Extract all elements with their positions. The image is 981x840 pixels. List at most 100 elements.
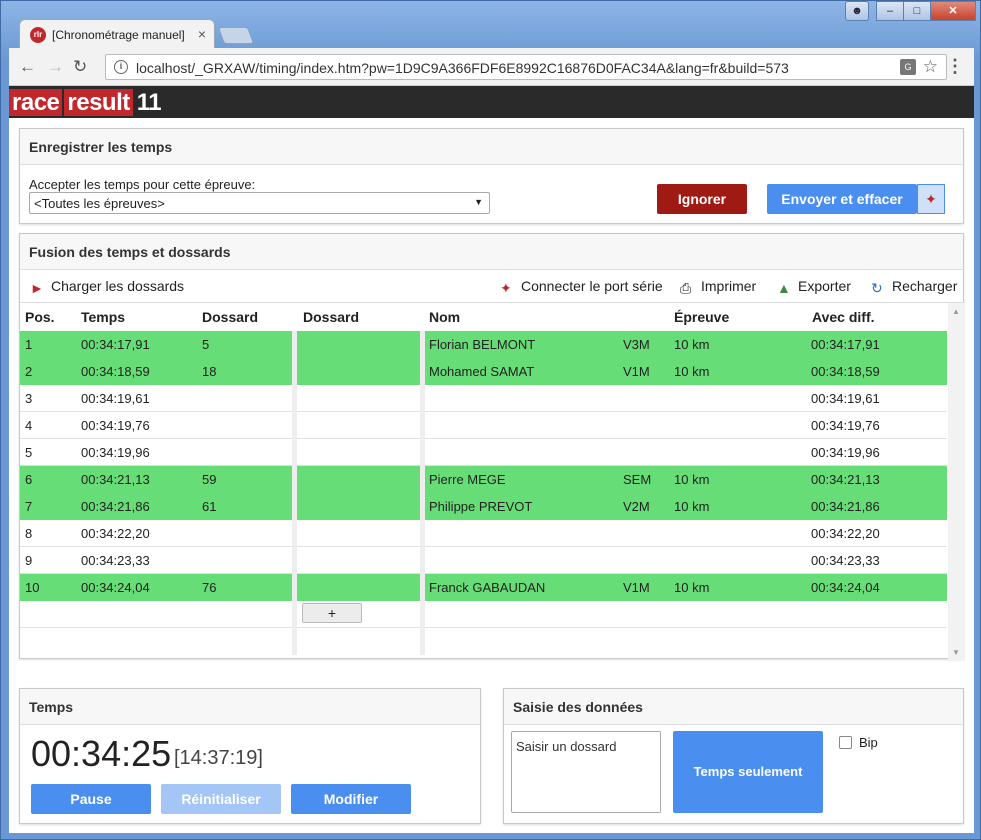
forward-icon[interactable]: → bbox=[47, 57, 64, 77]
cell-time: 00:34:21,86 bbox=[81, 499, 150, 514]
browser-menu-icon[interactable]: ⋮ bbox=[946, 56, 964, 77]
col-header-time: Temps bbox=[81, 309, 126, 325]
cell-name: Pierre MEGE bbox=[429, 472, 506, 487]
pause-button[interactable]: Pause bbox=[31, 784, 151, 814]
cell-event: 10 km bbox=[674, 337, 710, 352]
close-window-button[interactable]: ✕ bbox=[930, 1, 976, 21]
scroll-down-icon[interactable]: ▼ bbox=[952, 648, 960, 657]
bib-input[interactable]: Saisir un dossard bbox=[511, 731, 661, 813]
info-icon[interactable]: i bbox=[114, 60, 128, 74]
chevron-down-icon: ▼ bbox=[474, 197, 483, 207]
cell-pos: 10 bbox=[25, 580, 40, 595]
cell-diff: 00:34:21,86 bbox=[811, 499, 880, 514]
bib2-cell[interactable] bbox=[297, 466, 418, 493]
browser-tab[interactable]: rlr [Chronométrage manuel] × bbox=[19, 19, 215, 49]
cell-diff: 00:34:19,61 bbox=[811, 391, 880, 406]
cell-diff: 00:34:21,13 bbox=[811, 472, 880, 487]
table-row[interactable]: 1 00:34:17,91 5 Florian BELMONT V3M 10 km 00:3… bbox=[20, 331, 947, 358]
load-bibs-label: Charger les dossards bbox=[51, 278, 185, 294]
reset-button[interactable]: Réinitialiser bbox=[161, 784, 281, 814]
send-and-clear-button[interactable]: Envoyer et effacer bbox=[767, 184, 917, 214]
browser-toolbar: ← → ↻ i localhost/_GRXAW/timing/index.ht… bbox=[9, 48, 974, 86]
cell-diff: 00:34:18,59 bbox=[811, 364, 880, 379]
cell-cat: SEM bbox=[623, 472, 652, 487]
print-label: Imprimer bbox=[701, 278, 757, 294]
table-row[interactable]: 5 00:34:19,96 00:34:19,96 bbox=[20, 439, 947, 466]
cell-pos: 5 bbox=[25, 445, 33, 460]
browser-window: rlr [Chronométrage manuel] × ☻ – □ ✕ ← →… bbox=[0, 0, 981, 840]
print-button[interactable]: ⎙ Imprimer bbox=[680, 278, 757, 297]
elapsed-time: 00:34:25 bbox=[31, 733, 172, 774]
cell-pos: 8 bbox=[25, 526, 33, 541]
modify-button[interactable]: Modifier bbox=[291, 784, 411, 814]
new-tab-button[interactable] bbox=[217, 27, 255, 44]
scroll-up-icon[interactable]: ▲ bbox=[952, 307, 960, 316]
bib2-cell[interactable] bbox=[297, 574, 418, 601]
maximize-button[interactable]: □ bbox=[903, 1, 931, 21]
cell-pos: 1 bbox=[25, 337, 33, 352]
cell-cat: V1M bbox=[623, 364, 650, 379]
address-bar[interactable]: i localhost/_GRXAW/timing/index.htm?pw=1… bbox=[105, 54, 947, 80]
column-divider bbox=[420, 331, 425, 655]
translate-icon[interactable]: G bbox=[900, 59, 916, 75]
cell-pos: 9 bbox=[25, 553, 33, 568]
ignore-button[interactable]: Ignorer bbox=[657, 184, 747, 214]
export-button[interactable]: ▲ Exporter bbox=[777, 278, 851, 296]
fusion-title: Fusion des temps et dossards bbox=[20, 234, 963, 270]
connect-serial-button[interactable]: ✦ Connecter le port série bbox=[500, 278, 663, 297]
cell-diff: 00:34:23,33 bbox=[811, 553, 880, 568]
bookmark-star-icon[interactable]: ☆ bbox=[923, 57, 938, 77]
table-row[interactable]: 9 00:34:23,33 00:34:23,33 bbox=[20, 547, 947, 574]
add-row-button[interactable]: + bbox=[302, 603, 362, 623]
table-row[interactable]: 10 00:34:24,04 76 Franck GABAUDAN V1M 10 km 00… bbox=[20, 574, 947, 601]
tab-strip: rlr [Chronométrage manuel] × ☻ – □ ✕ bbox=[1, 1, 981, 49]
logo-race: race bbox=[9, 89, 63, 116]
reload-icon[interactable]: ↻ bbox=[73, 57, 87, 77]
bib2-cell[interactable] bbox=[297, 358, 418, 385]
profile-icon[interactable]: ☻ bbox=[845, 1, 869, 21]
table-row[interactable]: 4 00:34:19,76 00:34:19,76 bbox=[20, 412, 947, 439]
bib2-cell[interactable] bbox=[297, 493, 418, 520]
cell-diff: 00:34:22,20 bbox=[811, 526, 880, 541]
printer-icon: ⎙ bbox=[680, 280, 692, 297]
table-row[interactable]: 6 00:34:21,13 59 Pierre MEGE SEM 10 km 00:34:2… bbox=[20, 466, 947, 493]
cell-event: 10 km bbox=[674, 472, 710, 487]
col-header-pos: Pos. bbox=[25, 309, 55, 325]
table-row[interactable]: 2 00:34:18,59 18 Mohamed SAMAT V1M 10 km 00:34… bbox=[20, 358, 947, 385]
entry-title: Saisie des données bbox=[504, 689, 963, 725]
cell-bib: 18 bbox=[202, 364, 217, 379]
load-bibs-button[interactable]: ► Charger les dossards bbox=[30, 278, 185, 296]
grid-scrollbar[interactable]: ▲ ▼ bbox=[948, 303, 965, 661]
plug-icon[interactable]: ✦ bbox=[917, 184, 945, 214]
cell-time: 00:34:18,59 bbox=[81, 364, 150, 379]
url-text[interactable]: localhost/_GRXAW/timing/index.htm?pw=1D9… bbox=[136, 60, 789, 76]
cell-bib: 61 bbox=[202, 499, 217, 514]
export-label: Exporter bbox=[798, 278, 851, 294]
tab-close-icon[interactable]: × bbox=[198, 26, 206, 42]
cell-time: 00:34:21,13 bbox=[81, 472, 150, 487]
event-select[interactable]: <Toutes les épreuves> ▼ bbox=[29, 192, 490, 214]
refresh-icon: ↻ bbox=[871, 280, 883, 297]
cell-pos: 7 bbox=[25, 499, 33, 514]
cell-name: Philippe PREVOT bbox=[429, 499, 533, 514]
cell-bib: 59 bbox=[202, 472, 217, 487]
reload-button[interactable]: ↻ Recharger bbox=[871, 278, 957, 297]
table-row[interactable]: 7 00:34:21,86 61 Philippe PREVOT V2M 10 km 00:… bbox=[20, 493, 947, 520]
cell-event: 10 km bbox=[674, 364, 710, 379]
plug-icon: ✦ bbox=[500, 280, 512, 297]
bib2-cell[interactable] bbox=[297, 331, 418, 358]
fusion-toolbar: ► Charger les dossards ✦ Connecter le port… bbox=[20, 270, 963, 302]
cell-pos: 2 bbox=[25, 364, 33, 379]
back-icon[interactable]: ← bbox=[19, 57, 36, 77]
cell-time: 00:34:19,61 bbox=[81, 391, 150, 406]
beep-checkbox[interactable] bbox=[839, 736, 852, 749]
table-row[interactable]: 8 00:34:22,20 00:34:22,20 bbox=[20, 520, 947, 547]
cell-diff: 00:34:24,04 bbox=[811, 580, 880, 595]
page-content: race result 11 Enregistrer les temps Acc… bbox=[9, 86, 974, 833]
time-only-button[interactable]: Temps seulement bbox=[673, 731, 823, 813]
cell-cat: V2M bbox=[623, 499, 650, 514]
table-row[interactable]: 3 00:34:19,61 00:34:19,61 bbox=[20, 385, 947, 412]
minimize-button[interactable]: – bbox=[876, 1, 904, 21]
cell-name: Florian BELMONT bbox=[429, 337, 536, 352]
register-title: Enregistrer les temps bbox=[20, 129, 963, 165]
